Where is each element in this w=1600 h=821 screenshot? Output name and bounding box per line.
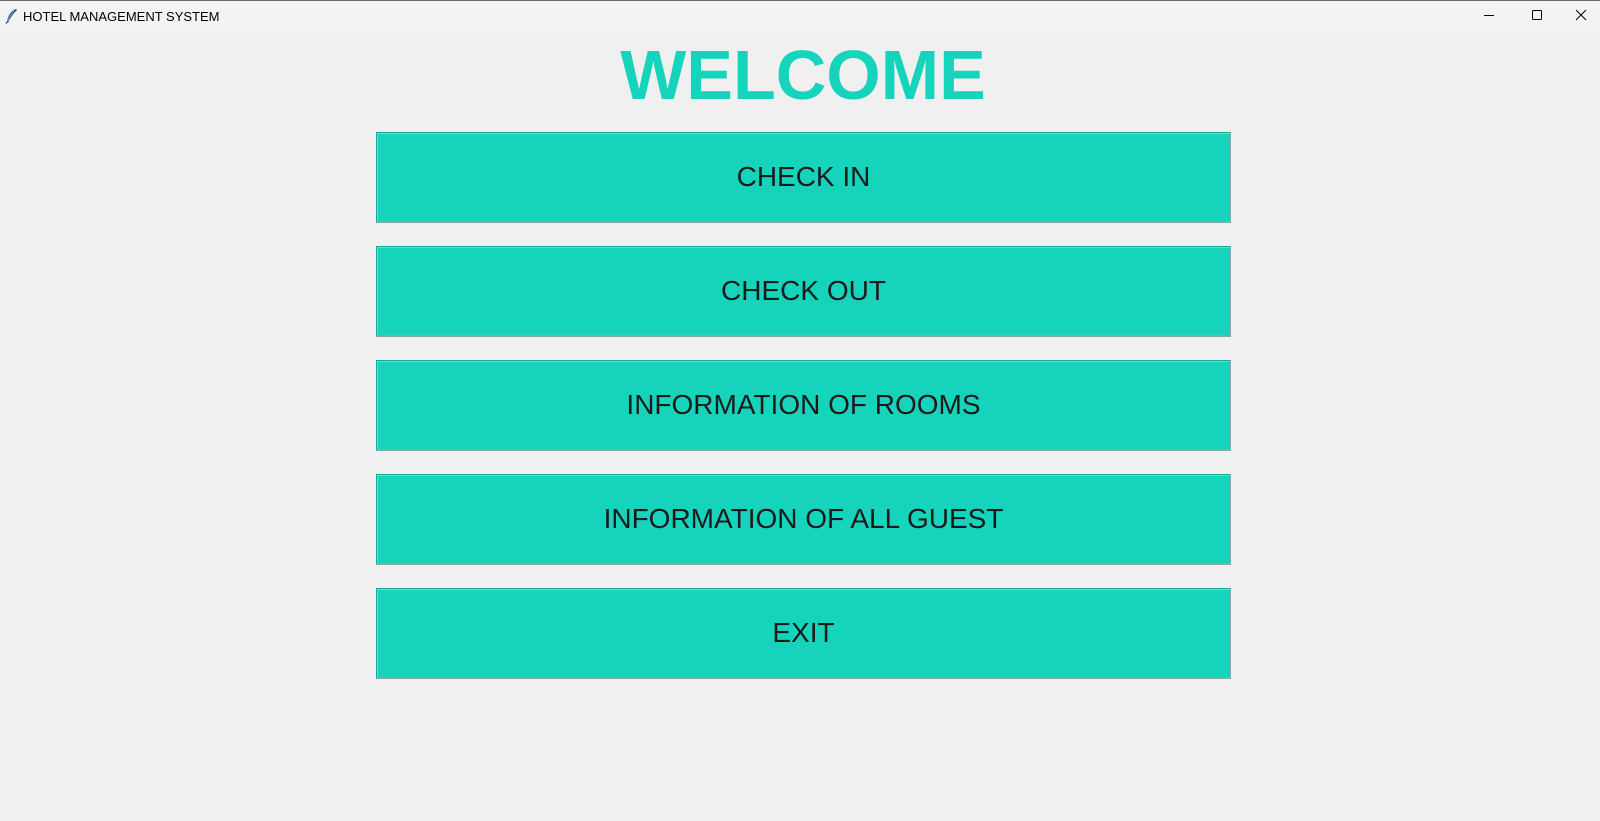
minimize-icon [1483, 8, 1495, 26]
exit-button[interactable]: EXIT [376, 588, 1231, 679]
minimize-button[interactable] [1466, 1, 1512, 32]
window-title: HOTEL MANAGEMENT SYSTEM [23, 9, 220, 24]
welcome-heading: WELCOME [620, 36, 986, 114]
check-in-button[interactable]: CHECK IN [376, 132, 1231, 223]
guests-info-button[interactable]: INFORMATION OF ALL GUEST [376, 474, 1231, 565]
maximize-button[interactable] [1514, 1, 1560, 32]
feather-icon [5, 8, 19, 24]
app-window: HOTEL MANAGEMENT SYSTEM WELCOME CHECK IN… [0, 0, 1600, 821]
close-icon [1575, 8, 1587, 26]
title-bar[interactable]: HOTEL MANAGEMENT SYSTEM [0, 0, 1600, 32]
check-out-button[interactable]: CHECK OUT [376, 246, 1231, 337]
maximize-icon [1531, 8, 1543, 26]
main-panel: WELCOME CHECK IN CHECK OUT INFORMATION O… [0, 32, 1600, 821]
rooms-info-button[interactable]: INFORMATION OF ROOMS [376, 360, 1231, 451]
close-button[interactable] [1562, 1, 1600, 32]
